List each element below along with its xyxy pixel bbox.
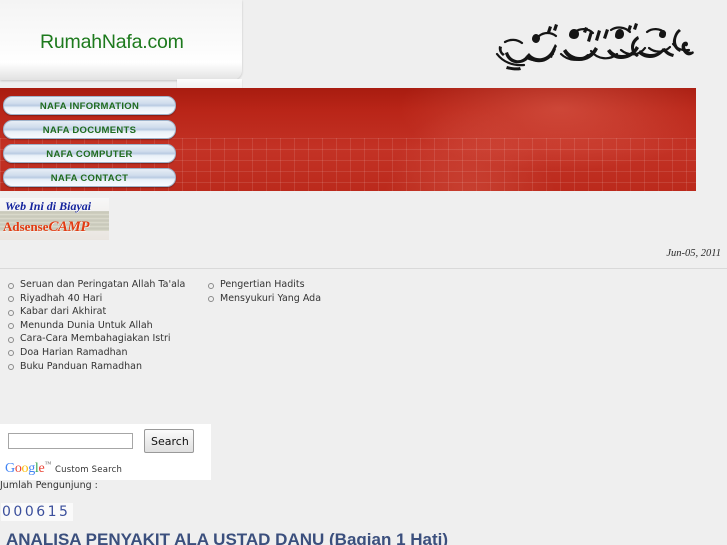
list-item-label: Mensyukuri Yang Ada	[220, 292, 322, 304]
main-navigation: NAFA INFORMATION NAFA DOCUMENTS NAFA COM…	[0, 96, 181, 192]
list-item[interactable]: Seruan dan Peringatan Allah Ta'ala	[8, 278, 185, 292]
list-item-label: Buku Panduan Ramadhan	[20, 360, 143, 372]
search-input[interactable]	[8, 433, 133, 449]
bullet-icon	[8, 309, 14, 316]
google-logo: Google™Custom Search	[5, 460, 122, 477]
adsensecamp-banner[interactable]: Web Ini di Biayai AdsenseCAMP	[0, 198, 109, 240]
ad-brand-suffix: CAMP	[48, 219, 90, 235]
bullet-icon	[8, 296, 14, 303]
list-item[interactable]: Doa Harian Ramadhan	[8, 346, 185, 360]
list-item[interactable]: Kabar dari Akhirat	[8, 305, 185, 319]
list-item[interactable]: Buku Panduan Ramadhan	[8, 360, 185, 374]
nav-nafa-information[interactable]: NAFA INFORMATION	[3, 96, 176, 115]
article-headline[interactable]: ANALISA PENYAKIT ALA USTAD DANU (Bagian …	[6, 533, 448, 545]
ad-banner-line2: AdsenseCAMP	[3, 219, 90, 236]
google-letter-g2: g	[28, 461, 35, 476]
trademark-icon: ™	[44, 460, 51, 468]
list-item-label: Doa Harian Ramadhan	[20, 346, 128, 358]
list-item-label: Menunda Dunia Untuk Allah	[20, 319, 153, 331]
bullet-icon	[8, 282, 14, 289]
bullet-icon	[208, 282, 214, 289]
list-item-label: Kabar dari Akhirat	[20, 306, 107, 318]
search-button[interactable]: Search	[144, 429, 194, 453]
list-item[interactable]: Riyadhah 40 Hari	[8, 292, 185, 306]
google-letter-g1: G	[5, 461, 15, 476]
bismillah-calligraphy-icon	[487, 18, 697, 73]
google-custom-search: Search Google™Custom Search	[0, 424, 211, 480]
nav-nafa-computer[interactable]: NAFA COMPUTER	[3, 144, 176, 163]
list-item[interactable]: Cara-Cara Membahagiakan Istri	[8, 332, 185, 346]
article-headline-container: ANALISA PENYAKIT ALA USTAD DANU (Bagian …	[0, 533, 727, 545]
current-date: Jun-05, 2011	[666, 248, 721, 259]
nav-nafa-contact[interactable]: NAFA CONTACT	[3, 168, 176, 187]
custom-search-label: Custom Search	[55, 465, 123, 475]
list-item-label: Pengertian Hadits	[220, 279, 305, 290]
bullet-icon	[8, 323, 14, 330]
visitor-counter-label: Jumlah Pengunjung :	[0, 480, 98, 491]
list-item-label: Riyadhah 40 Hari	[20, 292, 103, 304]
ad-brand-prefix: Adsense	[3, 219, 49, 234]
article-list-right: Pengertian Hadits Mensyukuri Yang Ada	[208, 278, 321, 305]
list-item[interactable]: Mensyukuri Yang Ada	[208, 292, 321, 306]
visitor-counter-digits: 000615	[1, 503, 74, 521]
google-letter-o1: o	[14, 461, 22, 476]
page-root: RumahNafa.com NAFA INFORMATION NAFA DOCU…	[0, 0, 727, 545]
bullet-icon	[8, 336, 14, 343]
bullet-icon	[208, 296, 214, 303]
nav-nafa-documents[interactable]: NAFA DOCUMENTS	[3, 120, 176, 139]
list-item[interactable]: Menunda Dunia Untuk Allah	[8, 319, 185, 333]
ad-banner-line1: Web Ini di Biayai	[5, 199, 92, 213]
list-item-label: Seruan dan Peringatan Allah Ta'ala	[20, 279, 186, 290]
logo-panel: RumahNafa.com	[0, 0, 242, 80]
list-item[interactable]: Pengertian Hadits	[208, 278, 321, 292]
date-bar: Jun-05, 2011	[0, 248, 727, 269]
site-header: RumahNafa.com	[0, 0, 727, 99]
bullet-icon	[8, 350, 14, 357]
site-logo-text[interactable]: RumahNafa.com	[40, 31, 184, 54]
list-item-label: Cara-Cara Membahagiakan Istri	[20, 333, 171, 345]
article-list-left: Seruan dan Peringatan Allah Ta'ala Riyad…	[8, 278, 185, 373]
bullet-icon	[8, 364, 14, 371]
